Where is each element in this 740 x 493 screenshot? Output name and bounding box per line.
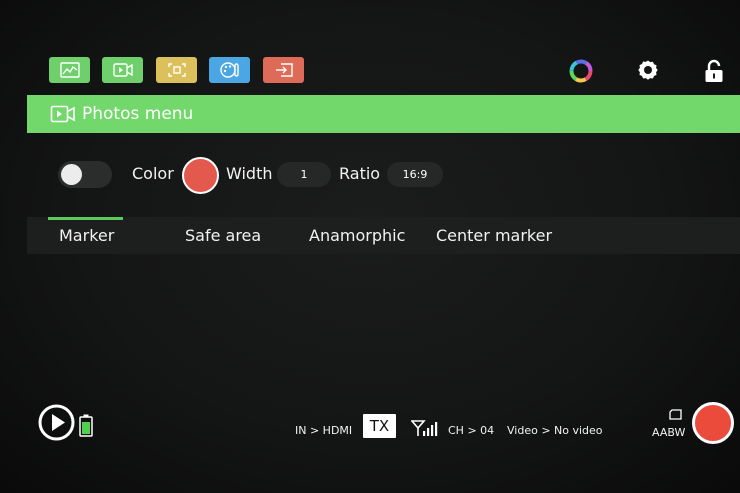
width-label: Width: [226, 164, 273, 183]
battery-level: [82, 422, 90, 434]
marker-toggle[interactable]: [58, 161, 112, 188]
menu-header: Photos menu: [27, 95, 740, 133]
lock-button[interactable]: [700, 57, 728, 85]
menu-title: Photos menu: [82, 104, 194, 124]
tx-badge: TX: [363, 414, 396, 438]
tab-anamorphic[interactable]: Anamorphic: [309, 226, 405, 245]
color-wheel-icon: [569, 59, 593, 83]
channel-status: CH > 04: [448, 424, 495, 437]
active-tab-indicator: [48, 217, 123, 220]
video-button[interactable]: [102, 57, 143, 83]
lock-icon: [705, 59, 723, 82]
wb-status: AABW: [652, 426, 686, 439]
exit-icon: [275, 63, 293, 77]
tab-center-marker[interactable]: Center marker: [436, 226, 552, 245]
battery-icon: [79, 414, 93, 437]
record-button[interactable]: [692, 402, 734, 444]
sd-card-icon: [669, 409, 682, 420]
exit-button[interactable]: [263, 57, 304, 83]
tab-marker[interactable]: Marker: [59, 226, 114, 245]
tab-safe-area[interactable]: Safe area: [185, 226, 261, 245]
palette-button[interactable]: [209, 57, 250, 83]
focus-button[interactable]: [156, 57, 197, 83]
waveform-button[interactable]: [49, 57, 90, 83]
video-status: Video > No video: [507, 424, 603, 437]
focus-icon: [167, 63, 186, 77]
waveform-icon: [59, 62, 80, 78]
monitor-screen: Photos menu Color Width 1 Ratio 16:9 Mar…: [0, 0, 740, 493]
video-icon: [112, 63, 133, 77]
color-wheel-button[interactable]: [567, 57, 595, 85]
ratio-label: Ratio: [339, 164, 381, 183]
palette-icon: [219, 62, 239, 78]
color-label: Color: [132, 164, 174, 183]
play-icon[interactable]: [38, 404, 75, 441]
toggle-knob: [61, 164, 82, 185]
color-swatch[interactable]: [182, 157, 219, 194]
settings-button[interactable]: [634, 57, 662, 85]
signal-icon: [411, 420, 438, 436]
width-value-pill[interactable]: 1: [277, 162, 331, 187]
input-status: IN > HDMI: [295, 424, 353, 437]
video-icon: [50, 105, 75, 123]
gear-icon: [638, 60, 658, 80]
ratio-value-pill[interactable]: 16:9: [387, 162, 443, 187]
